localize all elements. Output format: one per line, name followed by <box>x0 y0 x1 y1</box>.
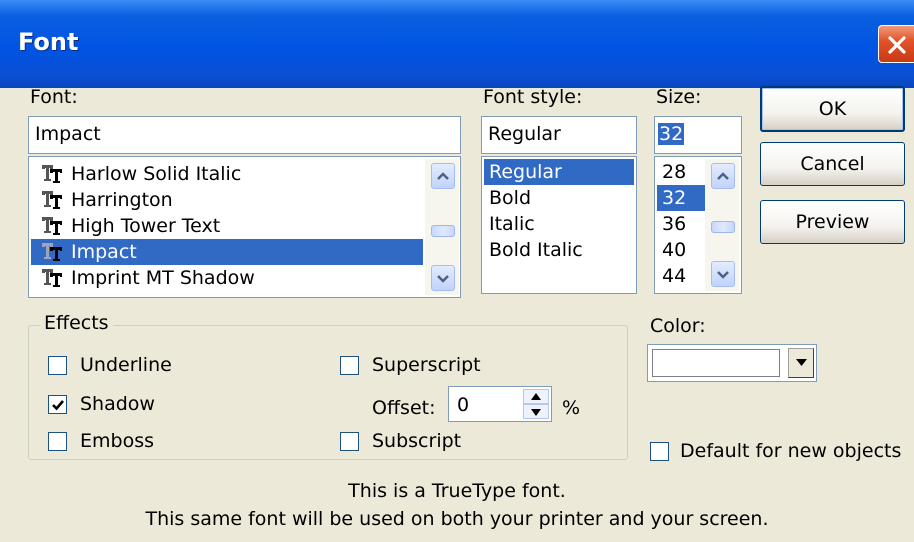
chevron-up-icon <box>717 172 729 180</box>
size-input[interactable]: 32 <box>654 116 742 154</box>
default-for-new-label[interactable]: Default for new objects <box>680 440 901 462</box>
scroll-up-button[interactable] <box>431 163 455 189</box>
stepper-up-button[interactable] <box>523 389 549 404</box>
emboss-checkbox[interactable] <box>48 432 67 451</box>
offset-stepper[interactable]: 0 <box>448 386 552 422</box>
list-item[interactable]: Imprint MT Shadow <box>31 265 423 291</box>
offset-unit: % <box>562 397 581 419</box>
triangle-down-icon <box>531 409 541 416</box>
default-for-new-checkbox[interactable] <box>650 442 669 461</box>
underline-checkbox[interactable] <box>48 356 67 375</box>
list-item[interactable]: Bold <box>484 185 634 211</box>
list-item[interactable]: 40 <box>657 237 705 263</box>
list-item-selected[interactable]: 32 <box>657 185 705 211</box>
truetype-icon <box>41 163 63 183</box>
scroll-down-button[interactable] <box>431 265 455 291</box>
scroll-thumb[interactable] <box>711 221 735 233</box>
font-name-input[interactable]: Impact <box>28 116 461 154</box>
chevron-down-icon <box>437 275 449 283</box>
preview-button[interactable]: Preview <box>760 200 905 244</box>
scroll-thumb[interactable] <box>431 225 455 237</box>
underline-label[interactable]: Underline <box>80 354 172 376</box>
font-list-scrollbar[interactable] <box>425 159 459 295</box>
checkmark-icon <box>52 400 64 411</box>
list-item[interactable]: 36 <box>657 211 705 237</box>
triangle-down-icon <box>796 359 807 366</box>
size-list[interactable]: 28 32 36 40 44 <box>654 156 742 294</box>
font-info-line-2: This same font will be used on both your… <box>145 508 769 530</box>
list-item[interactable]: Harlow Solid Italic <box>31 161 423 187</box>
list-item[interactable]: High Tower Text <box>31 213 423 239</box>
effects-title: Effects <box>40 312 113 334</box>
ok-button[interactable]: OK <box>760 86 905 132</box>
shadow-checkbox[interactable] <box>48 395 67 414</box>
superscript-label[interactable]: Superscript <box>372 354 481 376</box>
size-value: 32 <box>658 123 685 145</box>
font-list[interactable]: Harlow Solid Italic Harrington High Towe… <box>28 156 461 298</box>
offset-value: 0 <box>457 394 470 416</box>
truetype-icon <box>41 267 63 287</box>
chevron-down-icon <box>717 271 729 279</box>
font-style-label: Font style: <box>483 86 583 108</box>
stepper-down-button[interactable] <box>523 404 549 419</box>
subscript-label[interactable]: Subscript <box>372 430 461 452</box>
font-style-value: Regular <box>488 123 561 145</box>
font-label: Font: <box>30 86 78 108</box>
shadow-label[interactable]: Shadow <box>80 393 155 415</box>
list-item[interactable]: Bold Italic <box>484 237 634 263</box>
list-item-selected[interactable]: Regular <box>484 159 634 185</box>
size-label: Size: <box>656 86 702 108</box>
scroll-down-button[interactable] <box>711 261 735 287</box>
font-style-input[interactable]: Regular <box>481 116 637 154</box>
emboss-label[interactable]: Emboss <box>80 430 154 452</box>
list-item[interactable]: 28 <box>657 159 705 185</box>
size-list-scrollbar[interactable] <box>705 159 739 291</box>
window-title: Font <box>18 28 79 56</box>
list-item[interactable]: Italic <box>484 211 634 237</box>
font-name-value: Impact <box>35 123 101 145</box>
title-bar[interactable] <box>0 0 914 88</box>
color-swatch <box>652 349 780 377</box>
color-dropdown[interactable] <box>647 344 817 382</box>
superscript-checkbox[interactable] <box>340 356 359 375</box>
color-label: Color: <box>650 315 706 337</box>
font-style-list[interactable]: Regular Bold Italic Bold Italic <box>481 156 637 294</box>
triangle-up-icon <box>531 393 541 400</box>
close-icon <box>888 36 906 54</box>
color-dropdown-button[interactable] <box>788 348 814 378</box>
close-button[interactable] <box>878 25 914 63</box>
truetype-icon <box>41 215 63 235</box>
truetype-icon <box>41 189 63 209</box>
chevron-up-icon <box>437 172 449 180</box>
subscript-checkbox[interactable] <box>340 432 359 451</box>
cancel-button[interactable]: Cancel <box>760 142 905 186</box>
list-item[interactable]: 44 <box>657 263 705 289</box>
font-info-line-1: This is a TrueType font. <box>348 480 566 502</box>
offset-label: Offset: <box>372 397 436 419</box>
list-item-selected[interactable]: Impact <box>31 239 423 265</box>
truetype-icon <box>41 241 63 261</box>
list-item[interactable]: Harrington <box>31 187 423 213</box>
scroll-up-button[interactable] <box>711 163 735 189</box>
